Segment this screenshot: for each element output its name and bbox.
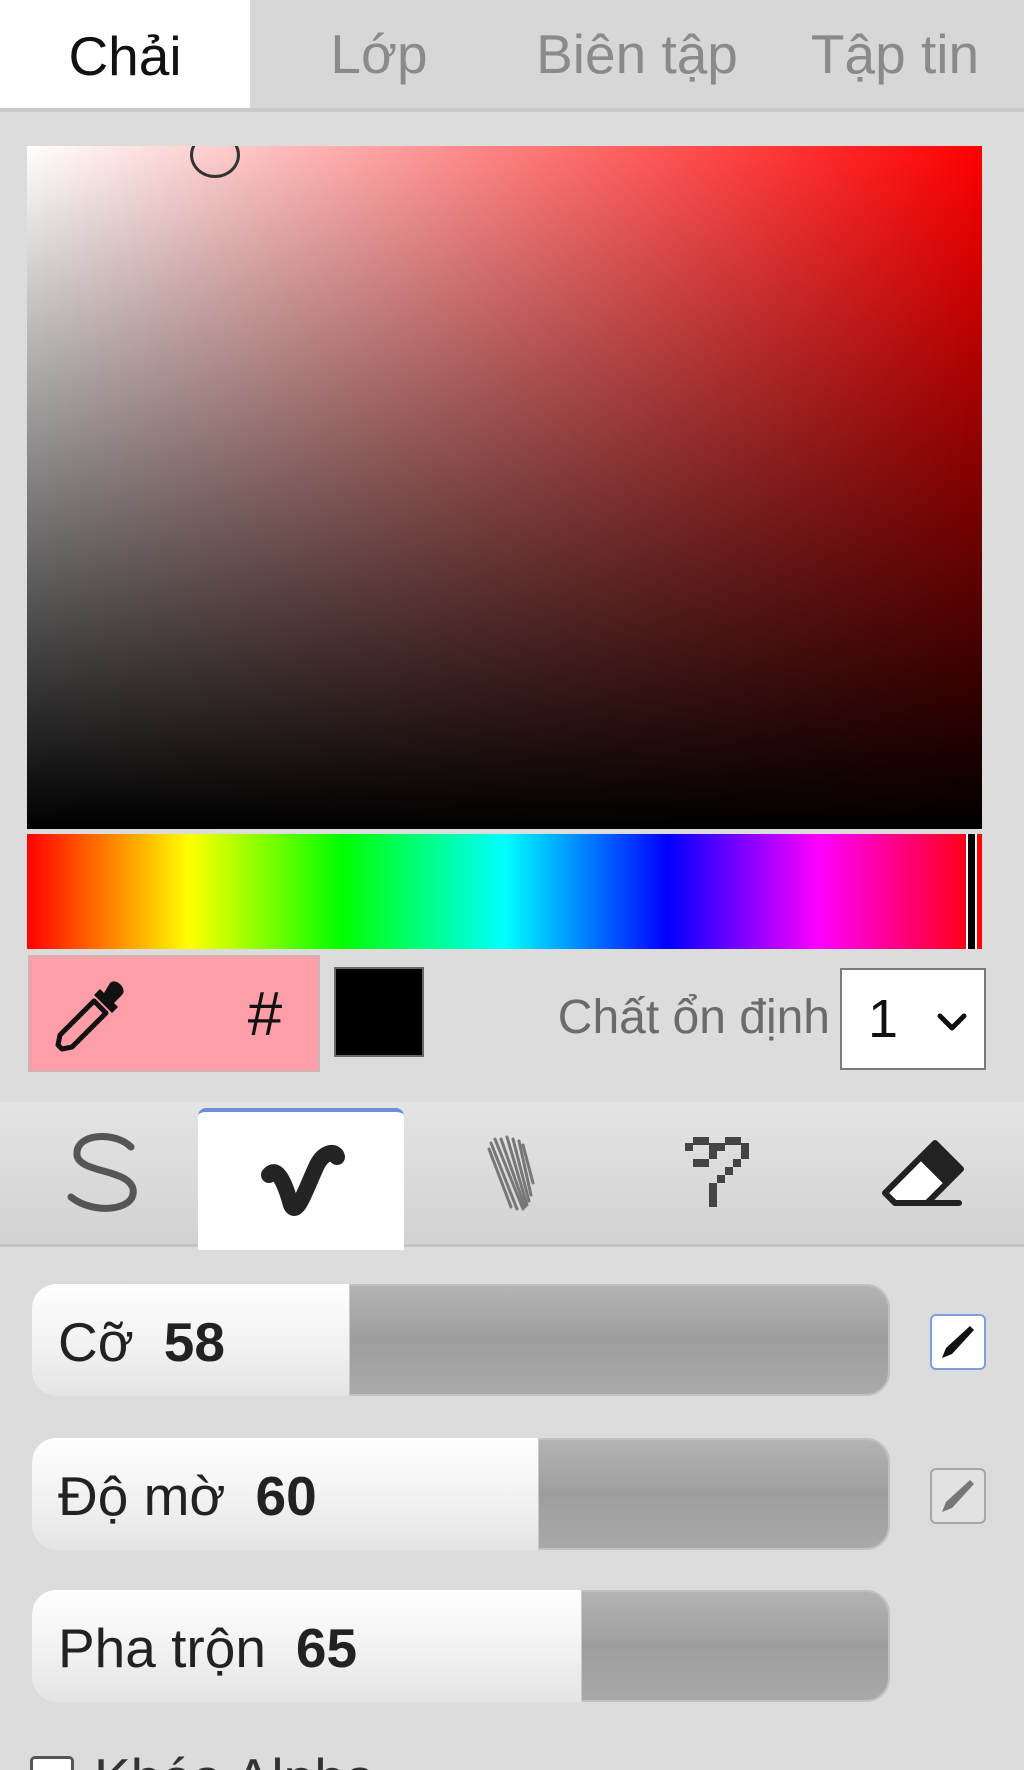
brush-type-tabs [0, 1102, 1024, 1250]
sketch-brush-icon [487, 1135, 535, 1211]
lock-alpha-row: Khóa Alpha [0, 1746, 1024, 1770]
stabilizer-label: Chất ổn định [557, 991, 830, 1044]
stabilizer-value: 1 [868, 989, 899, 1049]
opacity-pressure-toggle[interactable] [930, 1468, 986, 1524]
sv-cursor-layer [27, 146, 982, 829]
brush-tab-blend[interactable] [198, 1108, 404, 1250]
brush-tab-eraser[interactable] [818, 1102, 1024, 1244]
pen-pressure-icon [942, 1326, 974, 1358]
pixel-brush-icon [685, 1137, 749, 1207]
pen-pressure-icon [942, 1480, 974, 1512]
hex-input-button[interactable]: # [230, 971, 300, 1057]
pen-stroke-icon [67, 1133, 137, 1212]
eyedropper-icon[interactable] [52, 977, 130, 1055]
color-picker-cursor[interactable] [190, 146, 240, 178]
blend-slider[interactable]: Pha trộn 65 [32, 1590, 890, 1702]
blend-value: 65 [295, 1617, 358, 1679]
brush-tab-pixel[interactable] [616, 1102, 822, 1244]
hue-slider[interactable] [27, 834, 982, 949]
opacity-slider[interactable]: Độ mờ 60 [32, 1438, 890, 1550]
hue-slider-handle[interactable] [966, 834, 977, 949]
tab-brush[interactable]: Chải [0, 0, 250, 112]
secondary-color-swatch[interactable] [334, 967, 424, 1057]
stabilizer-select[interactable]: 1 [840, 968, 986, 1070]
tab-file[interactable]: Tập tin [766, 0, 1024, 108]
top-tab-bar: Chải Lớp Biên tập Tập tin [0, 0, 1024, 112]
opacity-slider-label: Độ mờ 60 [58, 1465, 317, 1527]
brush-tab-sketch[interactable] [408, 1102, 614, 1244]
lock-alpha-checkbox[interactable] [30, 1756, 74, 1770]
size-slider-label: Cỡ 58 [58, 1311, 225, 1373]
primary-color-swatch[interactable]: # [28, 955, 320, 1072]
size-value: 58 [163, 1311, 225, 1373]
eraser-icon [882, 1140, 964, 1206]
tab-divider [0, 108, 1024, 112]
tab-layer[interactable]: Lớp [250, 0, 508, 108]
size-slider[interactable]: Cỡ 58 [32, 1284, 890, 1396]
blend-slider-label: Pha trộn 65 [58, 1617, 358, 1679]
brush-tab-pen[interactable] [0, 1102, 206, 1244]
opacity-value: 60 [255, 1465, 317, 1527]
chevron-down-icon [937, 1013, 967, 1031]
blend-brush-icon [261, 1144, 345, 1216]
tab-edit[interactable]: Biên tập [508, 0, 766, 108]
lock-alpha-label: Khóa Alpha [94, 1746, 375, 1770]
size-pressure-toggle[interactable] [930, 1314, 986, 1370]
